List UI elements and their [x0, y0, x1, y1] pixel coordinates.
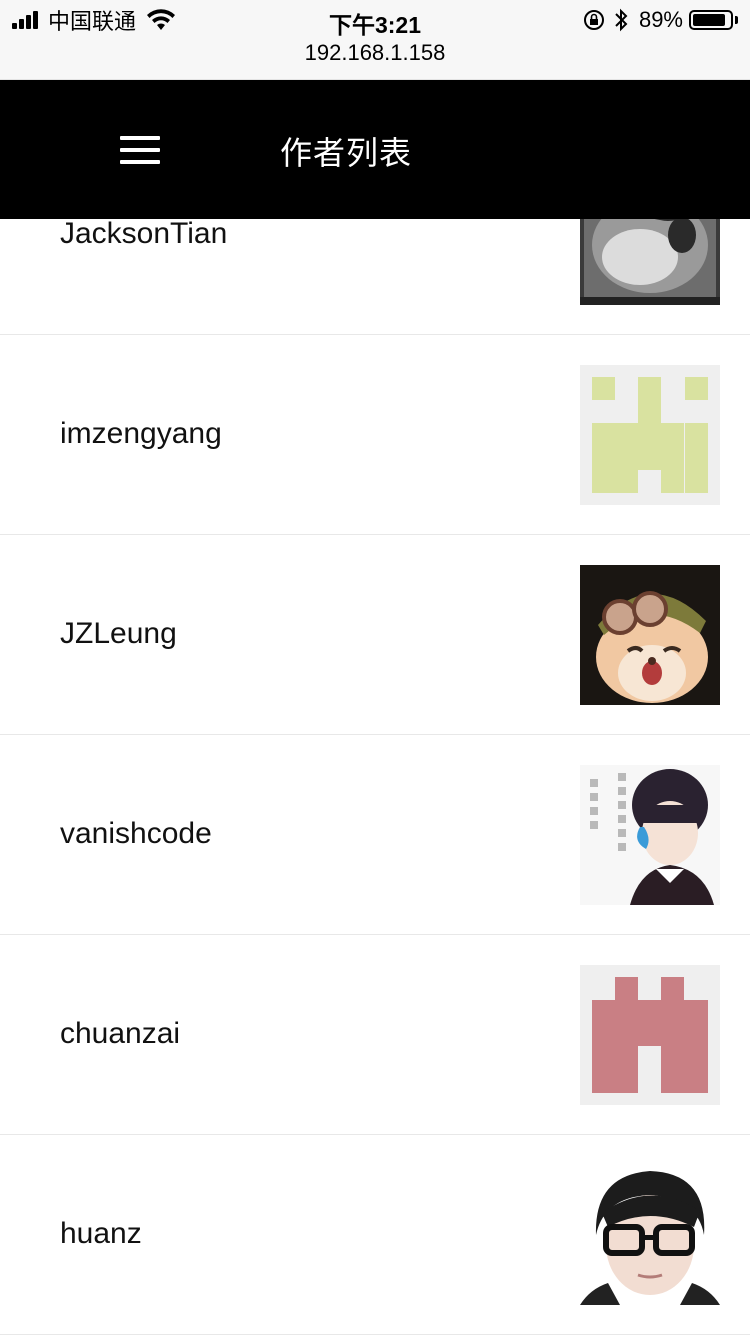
author-name: vanishcode: [60, 817, 212, 850]
avatar[interactable]: [580, 765, 720, 905]
app-header: 作者列表: [0, 80, 750, 219]
author-name: JZLeung: [60, 617, 177, 650]
avatar-image: [580, 1165, 720, 1305]
address-url[interactable]: 192.168.1.158: [0, 40, 750, 66]
author-name: imzengyang: [60, 417, 222, 450]
avatar-image: [580, 565, 720, 705]
author-name: JacksonTian: [60, 217, 228, 250]
author-row-huanz[interactable]: huanz: [0, 1135, 750, 1335]
status-bar: 中国联通 下午3:21 192.168.1.158 89%: [0, 0, 750, 80]
battery-percent: 89%: [638, 7, 683, 32]
page-title: 作者列表: [280, 134, 413, 172]
author-name: chuanzai: [60, 1017, 181, 1050]
bluetooth-icon: [615, 8, 628, 32]
avatar[interactable]: [580, 565, 720, 705]
avatar[interactable]: [580, 1165, 720, 1305]
author-row-imzengyang[interactable]: imzengyang: [0, 335, 750, 535]
avatar[interactable]: [580, 365, 720, 505]
author-list: JacksonTian imzengyang JZLeung vanishcod…: [0, 135, 750, 1335]
status-right: 89%: [583, 6, 738, 34]
author-name: huanz: [60, 1217, 142, 1250]
avatar[interactable]: [580, 965, 720, 1105]
author-row-jzleung[interactable]: JZLeung: [0, 535, 750, 735]
battery-fill: [693, 14, 725, 26]
author-row-chuanzai[interactable]: chuanzai: [0, 935, 750, 1135]
identicon-image: [580, 965, 720, 1105]
battery-tip: [735, 16, 738, 24]
avatar-image: [580, 765, 720, 905]
battery-icon: [689, 10, 733, 30]
identicon-image: [580, 365, 720, 505]
rotation-lock-icon: [583, 10, 604, 30]
hamburger-menu-icon[interactable]: [112, 128, 168, 172]
author-row-vanishcode[interactable]: vanishcode: [0, 735, 750, 935]
